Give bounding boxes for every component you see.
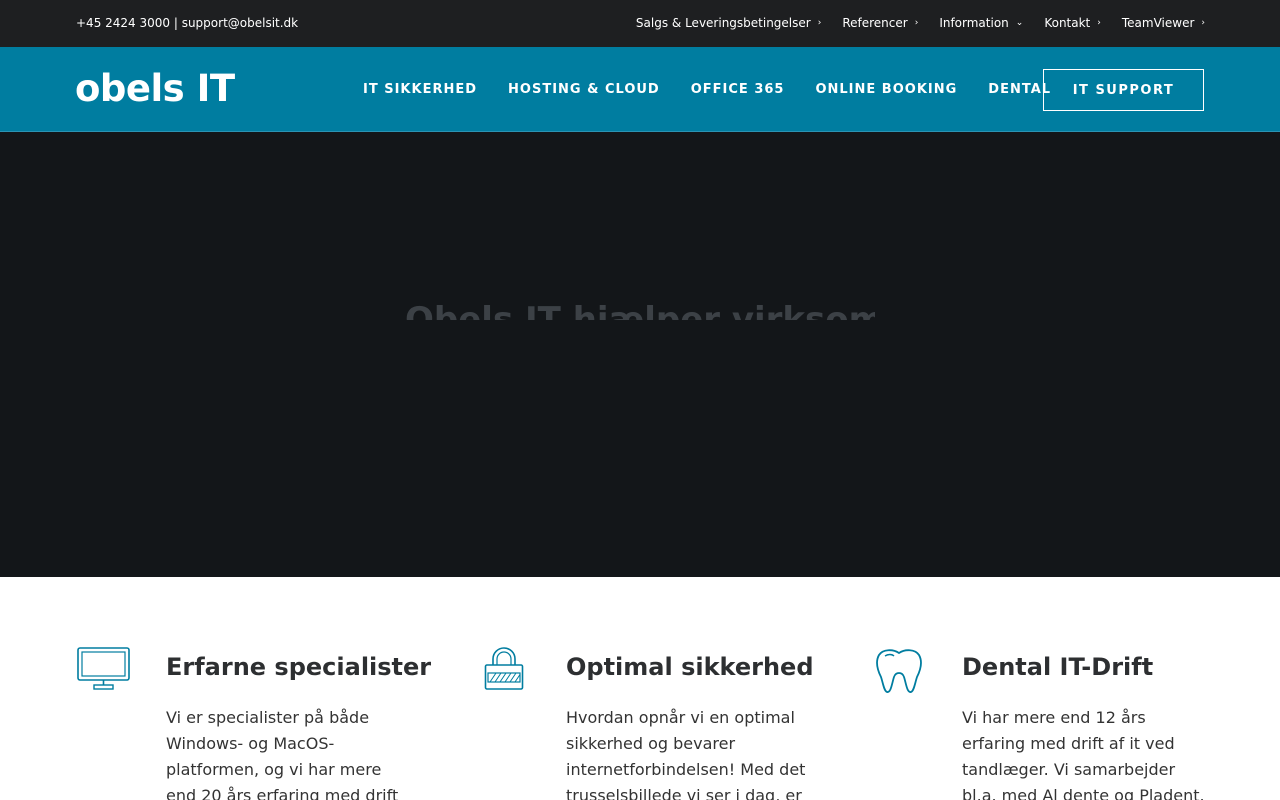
it-support-button[interactable]: IT SUPPORT [1043, 69, 1204, 111]
hero-title: Obels IT hjælper virksomheder [405, 304, 875, 320]
chevron-right-icon: › [1201, 17, 1205, 28]
top-link-label: Information [939, 16, 1009, 30]
top-link-label: TeamViewer [1121, 16, 1195, 30]
chevron-right-icon: › [1097, 17, 1101, 28]
top-link-information[interactable]: Information ⌄ [939, 16, 1023, 30]
nav-item-dental[interactable]: DENTAL [988, 82, 1051, 97]
nav-menu: IT SIKKERHED HOSTING & CLOUD OFFICE 365 … [363, 82, 1051, 97]
hero-section: Obels IT hjælper virksomheder [0, 132, 1280, 577]
feature-title: Optimal sikkerhed [566, 653, 814, 681]
lock-icon [484, 647, 524, 690]
feature-text: Vi er specialister på både Windows- og M… [166, 708, 399, 800]
monitor-icon [77, 647, 130, 690]
top-link-salgs[interactable]: Salgs & Leveringsbetingelser › [636, 16, 821, 30]
chevron-right-icon: › [914, 17, 919, 28]
top-link-label: Salgs & Leveringsbetingelser [635, 16, 811, 30]
nav-item-it-sikkerhed[interactable]: IT SIKKERHED [363, 82, 477, 97]
top-link-referencer[interactable]: Referencer › [842, 16, 918, 30]
hero-title-text: Obels IT hjælper virksomheder [405, 304, 875, 320]
contact-info[interactable]: +45 2424 3000 | support@obelsit.dk [76, 16, 298, 30]
top-links: Salgs & Leveringsbetingelser › Reference… [636, 16, 1205, 30]
top-bar: +45 2424 3000 | support@obelsit.dk Salgs… [0, 0, 1280, 47]
top-link-label: Referencer [842, 16, 908, 30]
feature-text: Hvordan opnår vi en optimal sikkerhed og… [566, 708, 806, 800]
top-link-kontakt[interactable]: Kontakt › [1044, 16, 1101, 30]
feature-title: Erfarne specialister [166, 653, 432, 681]
nav-item-online-booking[interactable]: ONLINE BOOKING [815, 82, 957, 97]
chevron-right-icon: › [817, 17, 822, 28]
nav-item-office-365[interactable]: OFFICE 365 [691, 82, 785, 97]
site-logo[interactable]: obels IT [75, 69, 235, 109]
top-link-teamviewer[interactable]: TeamViewer › [1122, 16, 1205, 30]
feature-text: Vi har mere end 12 års erfaring med drif… [962, 708, 1205, 800]
chevron-down-icon: ⌄ [1015, 17, 1024, 28]
features-section: Erfarne specialister Vi er specialister … [0, 577, 1280, 800]
feature-title: Dental IT-Drift [962, 653, 1154, 681]
top-link-label: Kontakt [1044, 16, 1091, 30]
main-nav: obels IT IT SIKKERHED HOSTING & CLOUD OF… [0, 47, 1280, 132]
tooth-icon [876, 649, 922, 693]
nav-item-hosting-cloud[interactable]: HOSTING & CLOUD [508, 82, 660, 97]
